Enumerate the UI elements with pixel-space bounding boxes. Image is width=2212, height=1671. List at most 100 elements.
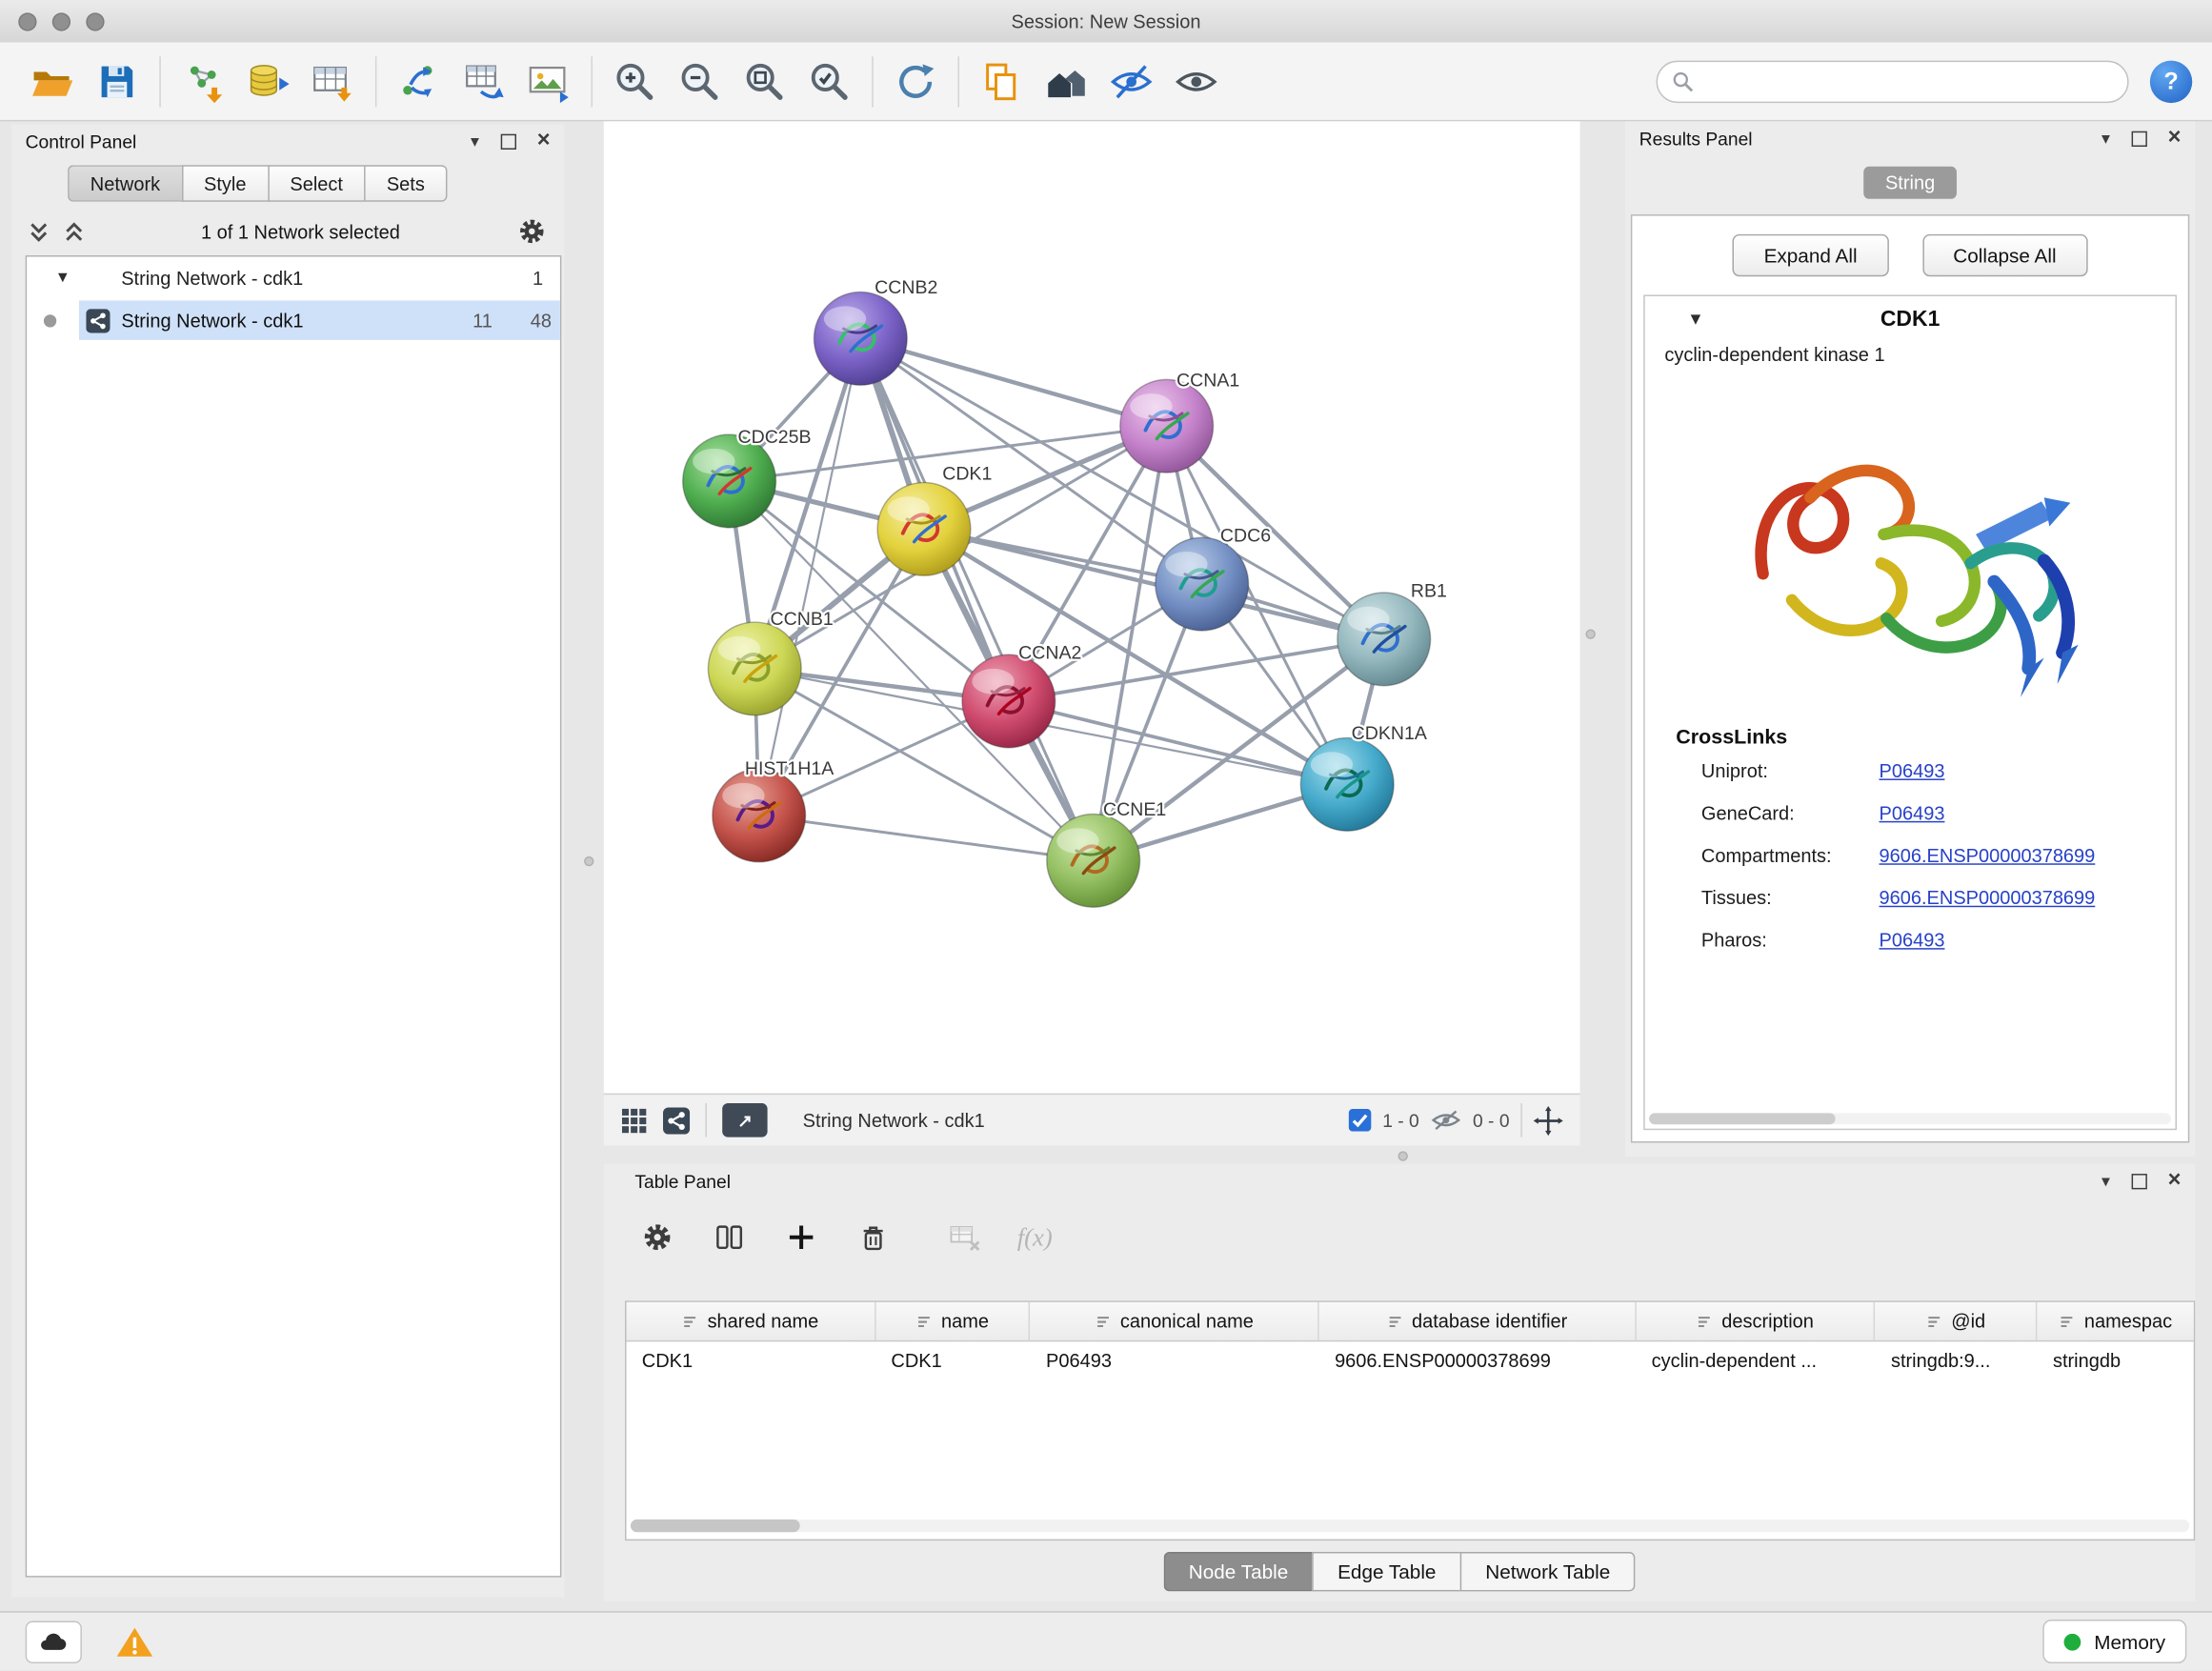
tab-network[interactable]: Network (68, 165, 181, 202)
network-node-CDC25B[interactable] (683, 434, 776, 528)
duplicate-network-button[interactable] (969, 49, 1034, 113)
uniprot-link[interactable]: P06493 (1880, 759, 1945, 780)
search-box[interactable] (1657, 60, 2129, 102)
splitter-handle[interactable] (1398, 1151, 1408, 1160)
tab-network-table[interactable]: Network Table (1460, 1552, 1636, 1591)
selected-checkbox-icon[interactable] (1349, 1109, 1372, 1132)
delete-column-button[interactable] (854, 1218, 893, 1257)
cell-canonical-name[interactable]: P06493 (1031, 1341, 1319, 1379)
genecard-link[interactable]: P06493 (1880, 802, 1945, 823)
expand-all-icon[interactable] (64, 220, 85, 243)
import-network-database-button[interactable] (235, 49, 300, 113)
cell-id[interactable]: stringdb:9... (1876, 1341, 2038, 1379)
zoom-fit-button[interactable] (733, 49, 797, 113)
show-all-button[interactable] (1164, 49, 1229, 113)
tab-style[interactable]: Style (181, 165, 267, 202)
panel-float-icon[interactable] (500, 133, 515, 149)
network-edge[interactable] (759, 338, 861, 815)
network-edge[interactable] (860, 338, 1166, 426)
network-row-selected[interactable]: String Network - cdk1 11 48 (27, 299, 560, 341)
tab-edge-table[interactable]: Edge Table (1312, 1552, 1459, 1591)
grid-view-icon[interactable] (621, 1107, 648, 1134)
memory-button[interactable]: Memory (2043, 1620, 2186, 1663)
warnings-button[interactable] (115, 1624, 153, 1659)
network-node-CCNE1[interactable] (1047, 814, 1140, 907)
add-column-button[interactable] (781, 1218, 820, 1257)
cell-shared-name[interactable]: CDK1 (627, 1341, 876, 1379)
zoom-out-button[interactable] (667, 49, 732, 113)
network-edge[interactable] (759, 815, 1094, 860)
hidden-eye-icon[interactable] (1431, 1107, 1462, 1133)
column-header[interactable]: @id (1876, 1302, 2038, 1340)
scrollbar-thumb[interactable] (1649, 1113, 1835, 1124)
hide-selected-button[interactable] (1099, 49, 1164, 113)
save-session-button[interactable] (85, 49, 150, 113)
network-node-CDK1[interactable] (877, 482, 971, 575)
search-input[interactable] (1704, 70, 2113, 93)
column-header[interactable]: database identifier (1319, 1302, 1637, 1340)
panel-menu-icon[interactable]: ▾ (2101, 1173, 2110, 1190)
network-node-HIST1H1A[interactable] (713, 769, 806, 862)
horizontal-scrollbar[interactable] (1649, 1113, 2171, 1124)
panel-float-icon[interactable] (2131, 1173, 2146, 1188)
tab-select[interactable]: Select (268, 165, 364, 202)
network-graph[interactable]: CCNB2CCNA1CDC25BCDK1CDC6RB1CCNB1CCNA2CDK… (604, 121, 1580, 1093)
home-button[interactable] (1034, 49, 1098, 113)
network-node-CCNB2[interactable] (814, 292, 907, 386)
network-node-CCNA1[interactable] (1120, 379, 1214, 473)
column-header[interactable]: namespac (2038, 1302, 2194, 1340)
panel-float-icon[interactable] (2131, 131, 2146, 146)
column-header[interactable]: shared name (627, 1302, 876, 1340)
open-session-button[interactable] (20, 49, 85, 113)
cell-database-identifier[interactable]: 9606.ENSP00000378699 (1319, 1341, 1637, 1379)
string-tab-badge[interactable]: String (1864, 167, 1957, 199)
network-canvas[interactable]: CCNB2CCNA1CDC25BCDK1CDC6RB1CCNB1CCNA2CDK… (604, 121, 1580, 1093)
network-edge[interactable] (924, 529, 1384, 639)
import-table-button[interactable] (300, 49, 365, 113)
network-node-CCNB1[interactable] (708, 622, 801, 715)
new-table-button[interactable] (452, 49, 516, 113)
network-collection-row[interactable]: ▼ String Network - cdk1 1 (27, 257, 560, 299)
horizontal-scrollbar[interactable] (631, 1520, 2189, 1532)
zoom-in-button[interactable] (602, 49, 667, 113)
panel-close-icon[interactable]: × (537, 130, 551, 152)
detach-view-button[interactable] (722, 1103, 767, 1137)
cell-description[interactable]: cyclin-dependent ... (1636, 1341, 1875, 1379)
close-window-button[interactable] (18, 12, 36, 30)
cell-name[interactable]: CDK1 (875, 1341, 1031, 1379)
table-settings-button[interactable] (637, 1218, 676, 1257)
panel-close-icon[interactable]: × (2168, 1170, 2182, 1193)
import-network-file-button[interactable] (171, 49, 235, 113)
zoom-window-button[interactable] (86, 12, 104, 30)
gear-icon[interactable] (516, 216, 548, 248)
splitter-handle[interactable] (1585, 629, 1595, 638)
splitter-handle[interactable] (584, 856, 593, 866)
compartments-link[interactable]: 9606.ENSP00000378699 (1880, 844, 2096, 865)
expand-all-button[interactable]: Expand All (1733, 234, 1888, 276)
network-node-CDKN1A[interactable] (1300, 737, 1394, 831)
tab-node-table[interactable]: Node Table (1163, 1552, 1312, 1591)
apply-layout-button[interactable] (883, 49, 948, 113)
tab-sets[interactable]: Sets (364, 165, 447, 202)
network-node-CCNA2[interactable] (962, 654, 1056, 748)
show-columns-button[interactable] (710, 1218, 749, 1257)
panel-close-icon[interactable]: × (2168, 127, 2182, 150)
table-row[interactable]: CDK1 CDK1 P06493 9606.ENSP00000378699 cy… (627, 1341, 2194, 1379)
panel-menu-icon[interactable]: ▾ (471, 132, 479, 150)
column-header[interactable]: description (1636, 1302, 1875, 1340)
new-network-button[interactable] (387, 49, 452, 113)
pan-crosshair-icon[interactable] (1534, 1105, 1563, 1135)
network-edge[interactable] (860, 338, 1093, 860)
column-header[interactable]: name (875, 1302, 1031, 1340)
cloud-button[interactable] (26, 1621, 82, 1662)
column-header[interactable]: canonical name (1031, 1302, 1319, 1340)
scrollbar-thumb[interactable] (631, 1520, 800, 1532)
pharos-link[interactable]: P06493 (1880, 929, 1945, 950)
network-node-CDC6[interactable] (1156, 537, 1249, 631)
tissues-link[interactable]: 9606.ENSP00000378699 (1880, 887, 2096, 908)
share-network-icon[interactable] (663, 1107, 690, 1134)
disclosure-triangle-icon[interactable]: ▼ (55, 270, 70, 287)
panel-menu-icon[interactable]: ▾ (2101, 130, 2110, 147)
collapse-all-icon[interactable] (29, 220, 50, 243)
network-node-RB1[interactable] (1337, 593, 1431, 686)
